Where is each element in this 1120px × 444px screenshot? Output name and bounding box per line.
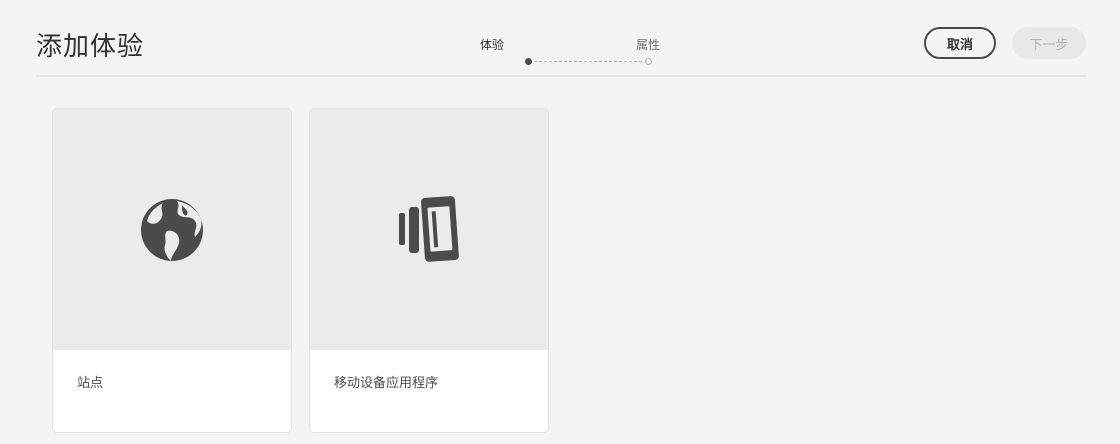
cancel-button[interactable]: 取消 [924, 27, 996, 59]
mobile-devices-icon [399, 195, 459, 262]
step-properties-dot [645, 58, 652, 65]
card-site-label: 站点 [77, 376, 104, 391]
card-site-thumbnail [53, 109, 291, 350]
card-mobile-app[interactable]: 移动设备应用程序 [310, 109, 548, 432]
step-experience-dot [525, 58, 532, 65]
page-header: 添加体验 体验 属性 取消 下一步 [36, 0, 1086, 77]
step-connector [534, 61, 642, 62]
add-experience-page: 添加体验 体验 属性 取消 下一步 站点 移动设备应用程序 [0, 0, 1120, 444]
card-mobile-app-label: 移动设备应用程序 [334, 376, 439, 391]
next-button[interactable]: 下一步 [1012, 27, 1086, 59]
wizard-steps: 体验 属性 [480, 36, 680, 72]
page-title: 添加体验 [36, 32, 145, 62]
card-site[interactable]: 站点 [53, 109, 291, 432]
globe-icon [141, 198, 203, 261]
step-properties-label: 属性 [636, 38, 661, 52]
card-mobile-app-thumbnail [310, 109, 548, 350]
step-experience-label: 体验 [480, 38, 505, 52]
